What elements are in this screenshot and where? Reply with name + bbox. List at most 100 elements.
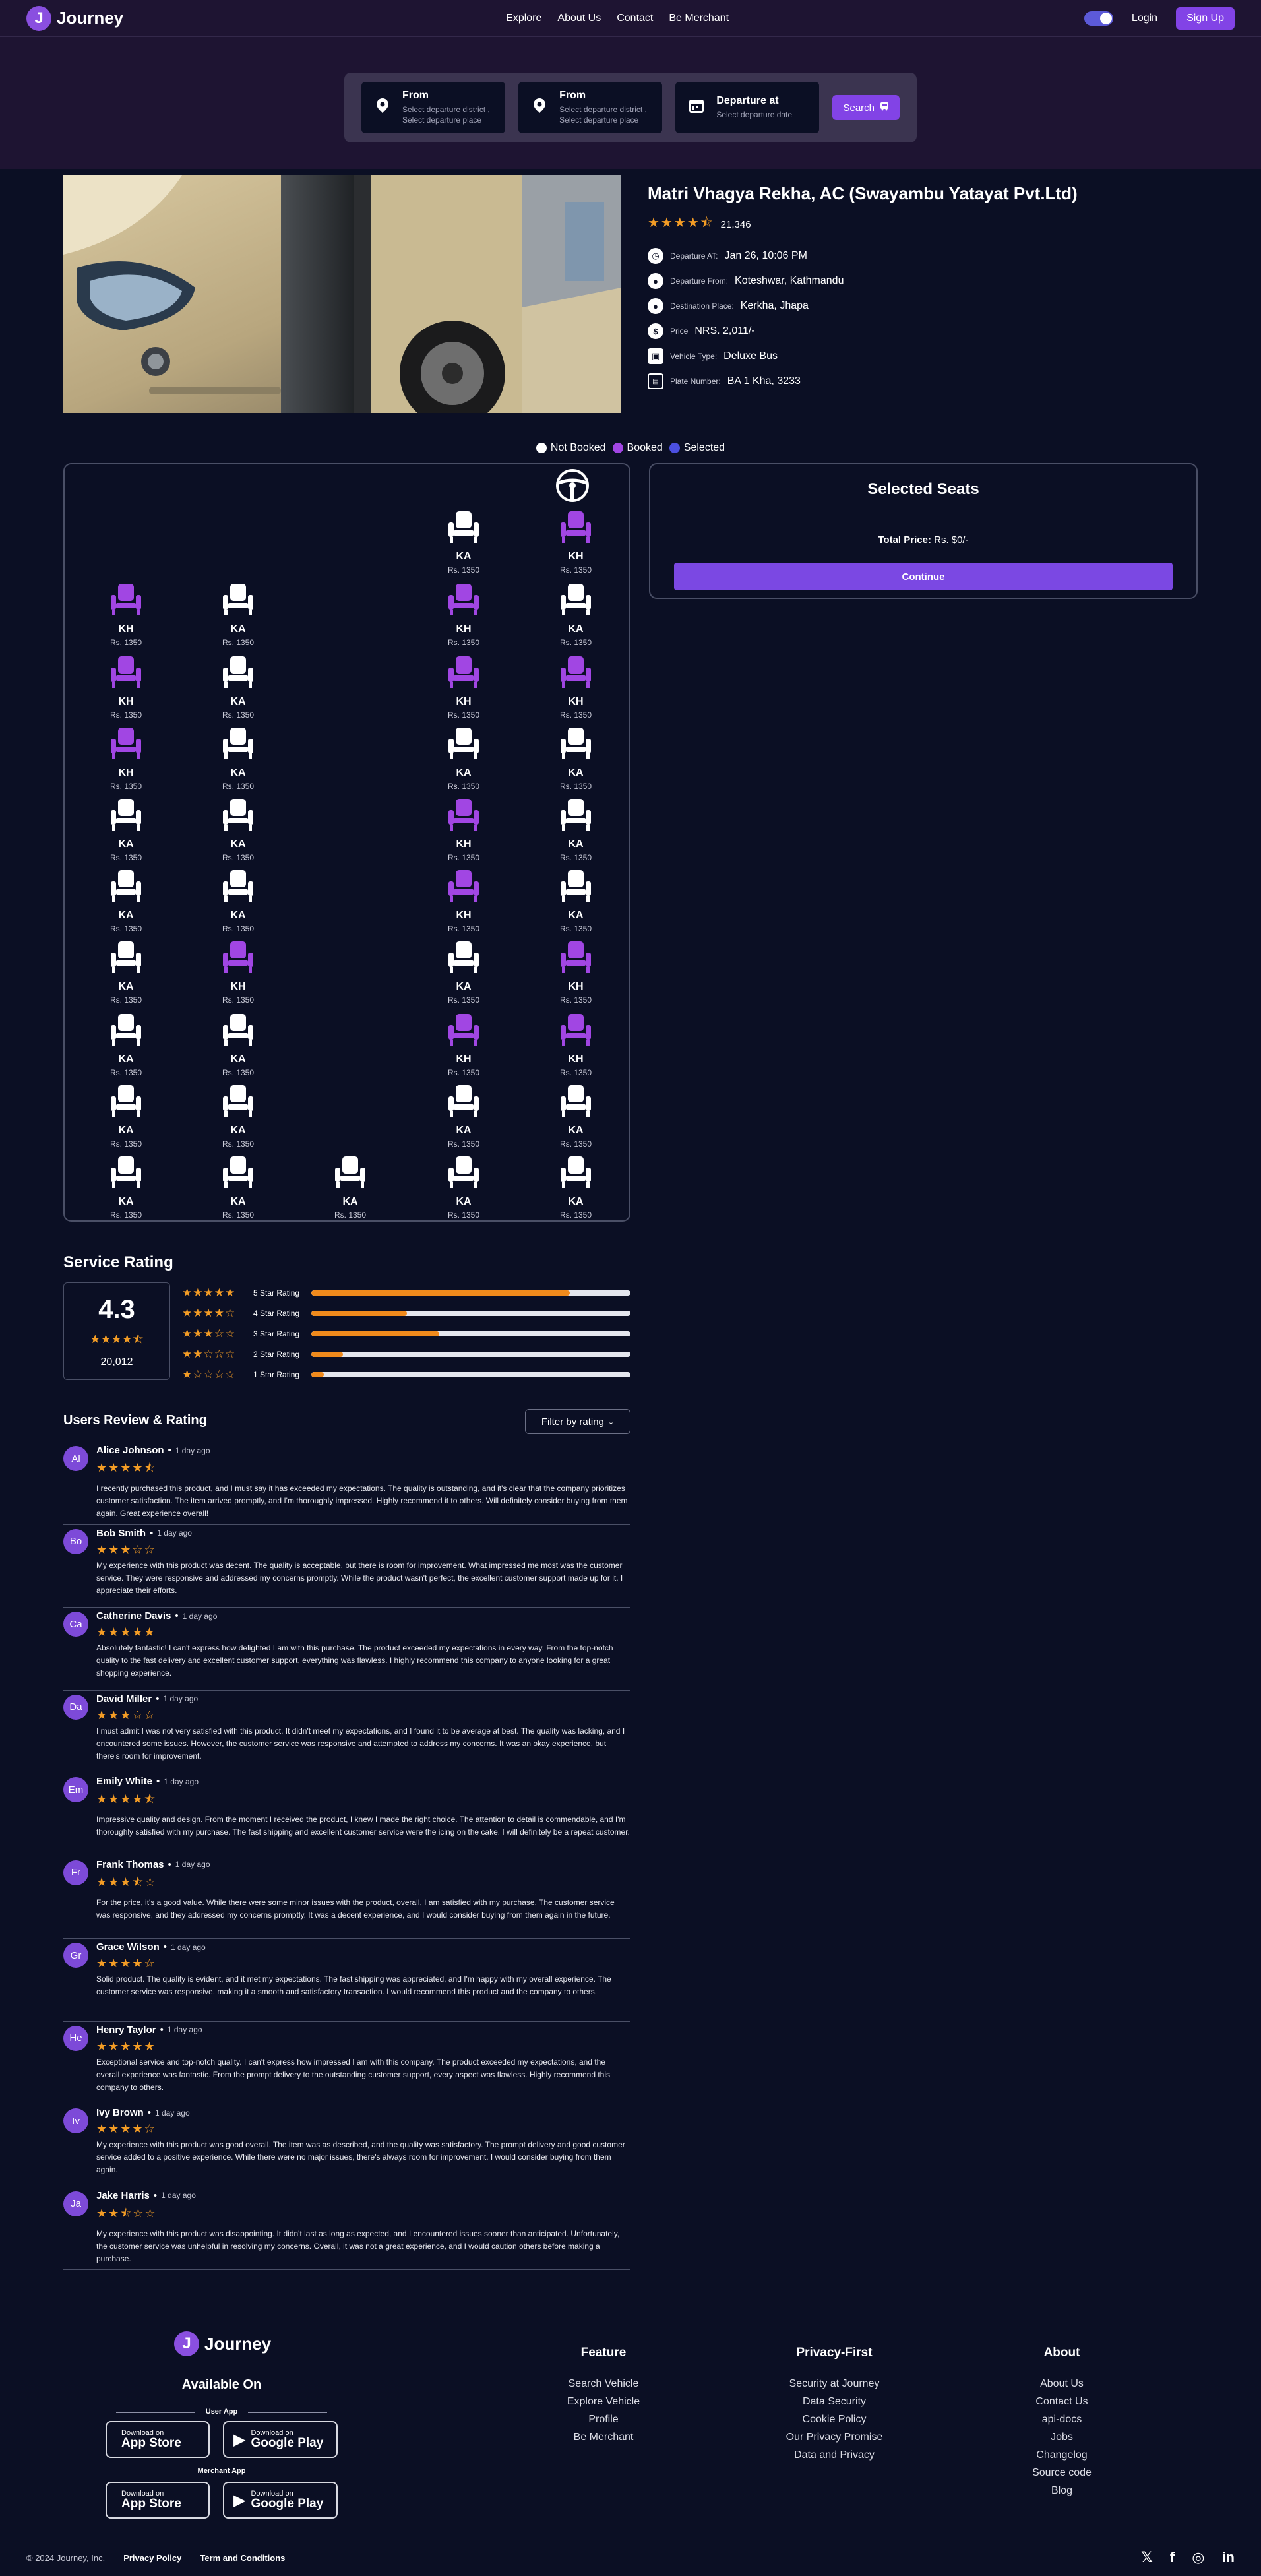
seat-legend: Not Booked Booked Selected <box>0 442 1261 454</box>
rating-bar-track <box>311 1290 630 1296</box>
seat[interactable]: KA Rs. 1350 <box>539 798 612 862</box>
seat[interactable]: KA Rs. 1350 <box>539 583 612 647</box>
footer-link[interactable]: Contact Us <box>1016 2393 1108 2410</box>
seat[interactable]: KA Rs. 1350 <box>202 727 274 791</box>
seat[interactable]: KA Rs. 1350 <box>202 1013 274 1077</box>
nav-explore[interactable]: Explore <box>506 13 541 24</box>
linkedin-icon[interactable]: in <box>1221 2549 1235 2566</box>
seat[interactable]: KA Rs. 1350 <box>539 1084 612 1148</box>
seat-icon <box>446 1084 481 1121</box>
seat[interactable]: KA Rs. 1350 <box>427 511 500 575</box>
legend-dot <box>669 443 680 453</box>
instagram-icon[interactable]: ◎ <box>1192 2549 1204 2566</box>
avatar: Fr <box>63 1860 88 1885</box>
departure-date-field[interactable]: Departure at Select departure date <box>675 82 820 133</box>
seat[interactable]: KA Rs. 1350 <box>202 869 274 933</box>
continue-button[interactable]: Continue <box>674 563 1173 590</box>
footer-link[interactable]: api-docs <box>1016 2410 1108 2428</box>
seat[interactable]: KA Rs. 1350 <box>202 1156 274 1220</box>
footer-link[interactable]: Explore Vehicle <box>554 2393 653 2410</box>
id-card-icon: ▤ <box>648 373 663 389</box>
reviewer-name: Ivy Brown <box>96 2107 144 2118</box>
search-button[interactable]: Search <box>832 95 900 120</box>
footer-link[interactable]: Changelog <box>1016 2446 1108 2464</box>
seat[interactable]: KA Rs. 1350 <box>202 583 274 647</box>
footer-link[interactable]: Data and Privacy <box>772 2446 897 2464</box>
footer-link[interactable]: Security at Journey <box>772 2375 897 2393</box>
footer-link[interactable]: Our Privacy Promise <box>772 2428 897 2446</box>
seat-label: KH <box>456 838 472 850</box>
brand-name: Journey <box>57 8 124 28</box>
seat[interactable]: KA Rs. 1350 <box>427 1084 500 1148</box>
user-google-play-button[interactable]: ▶ Download on Google Play <box>223 2421 338 2458</box>
footer-link[interactable]: Source code <box>1016 2464 1108 2482</box>
merchant-app-store-button[interactable]: Download on App Store <box>106 2482 210 2519</box>
footer-link[interactable]: Search Vehicle <box>554 2375 653 2393</box>
footer-brand[interactable]: J Journey <box>174 2331 271 2356</box>
seat-label: KA <box>118 1196 134 1207</box>
filter-by-rating-dropdown[interactable]: Filter by rating ⌄ <box>525 1409 630 1434</box>
reviewer-name: Catherine Davis <box>96 1610 171 1621</box>
seat-label: KH <box>568 696 584 707</box>
nav-contact[interactable]: Contact <box>617 13 653 24</box>
seat[interactable]: KA Rs. 1350 <box>202 656 274 720</box>
review-text: I must admit I was not very satisfied wi… <box>96 1726 625 1761</box>
seat[interactable]: KA Rs. 1350 <box>427 727 500 791</box>
seat[interactable]: KA Rs. 1350 <box>539 727 612 791</box>
chevron-down-icon: ⌄ <box>607 1418 615 1426</box>
seat[interactable]: KA Rs. 1350 <box>539 869 612 933</box>
footer-link[interactable]: Blog <box>1016 2482 1108 2499</box>
seat[interactable]: KA Rs. 1350 <box>90 1084 162 1148</box>
signup-button[interactable]: Sign Up <box>1176 7 1235 30</box>
footer-link[interactable]: Profile <box>554 2410 653 2428</box>
footer-link[interactable]: Cookie Policy <box>772 2410 897 2428</box>
nav-about-us[interactable]: About Us <box>557 13 601 24</box>
theme-toggle[interactable] <box>1084 11 1113 26</box>
rating-bar-row: ★★☆☆☆ 2 Star Rating <box>182 1344 630 1364</box>
to-field[interactable]: From Select departure district , Select … <box>518 82 663 133</box>
departure-date-placeholder: Select departure date <box>716 110 793 119</box>
seat-label: KA <box>568 623 584 635</box>
footer-link[interactable]: About Us <box>1016 2375 1108 2393</box>
location-pin-icon: ● <box>648 298 663 314</box>
seat[interactable]: KA Rs. 1350 <box>314 1156 386 1220</box>
rating-bar-fill <box>311 1371 324 1377</box>
footer-link[interactable]: Data Security <box>772 2393 897 2410</box>
total-price-label: Total Price: <box>878 534 931 546</box>
bus-info: Matri Vhagya Rekha, AC (Swayambu Yatayat… <box>648 183 1188 394</box>
seat[interactable]: KA Rs. 1350 <box>90 941 162 1005</box>
reviewer-name: Grace Wilson <box>96 1941 160 1953</box>
seat[interactable]: KA Rs. 1350 <box>202 1084 274 1148</box>
brand[interactable]: J Journey <box>26 5 124 31</box>
seat[interactable]: KA Rs. 1350 <box>90 1156 162 1220</box>
from-field[interactable]: From Select departure district , Select … <box>361 82 506 133</box>
separator-dot: • <box>163 1941 167 1953</box>
seat-icon <box>446 583 481 619</box>
seat-icon <box>220 798 256 834</box>
login-button[interactable]: Login <box>1132 13 1157 24</box>
user-app-store-button[interactable]: Download on App Store <box>106 2421 210 2458</box>
footer-link[interactable]: Be Merchant <box>554 2428 653 2446</box>
seat[interactable]: KA Rs. 1350 <box>427 1156 500 1220</box>
merchant-google-play-button[interactable]: ▶ Download on Google Play <box>223 2482 338 2519</box>
facebook-icon[interactable]: f <box>1170 2549 1175 2566</box>
seat[interactable]: KA Rs. 1350 <box>539 1156 612 1220</box>
terms-link[interactable]: Term and Conditions <box>200 2553 285 2563</box>
seat[interactable]: KA Rs. 1350 <box>90 798 162 862</box>
star-rating-icon: ★★★★⯪ <box>96 1461 157 1474</box>
seat[interactable]: KA Rs. 1350 <box>90 1013 162 1077</box>
bus-rating: ★★★★⯪ 21,346 <box>648 213 1188 236</box>
store-name: App Store <box>121 2497 181 2511</box>
x-icon[interactable]: 𝕏 <box>1141 2549 1153 2566</box>
seat[interactable]: KA Rs. 1350 <box>90 869 162 933</box>
total-price-value: Rs. $0/- <box>934 534 969 546</box>
seat-price: Rs. 1350 <box>109 638 142 647</box>
review-item: He Henry Taylor • 1 day ago ★★★★★ Exceptional… <box>63 2022 630 2104</box>
seat[interactable]: KA Rs. 1350 <box>202 798 274 862</box>
nav-be-merchant[interactable]: Be Merchant <box>669 13 729 24</box>
seat-label: KA <box>456 551 472 562</box>
seat[interactable]: KA Rs. 1350 <box>427 941 500 1005</box>
bus-icon <box>880 102 889 113</box>
footer-link[interactable]: Jobs <box>1016 2428 1108 2446</box>
privacy-policy-link[interactable]: Privacy Policy <box>123 2553 181 2563</box>
